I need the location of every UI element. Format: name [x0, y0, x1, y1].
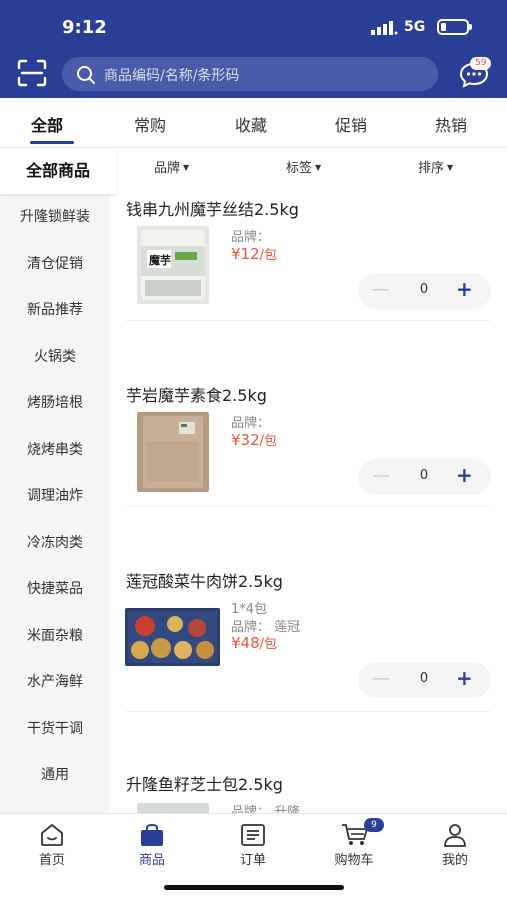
- price-value: ¥12: [231, 245, 260, 263]
- product-brand: 品牌： 升隆: [231, 805, 301, 813]
- tab-all[interactable]: 全部: [31, 112, 63, 136]
- tab-underline: [30, 141, 74, 144]
- cart-badge: 9: [364, 818, 384, 832]
- sidebar-item-clearance[interactable]: 清仓促销: [0, 241, 110, 287]
- product-price: ¥12/包: [231, 244, 277, 263]
- tab-promotions[interactable]: 促销: [335, 112, 367, 136]
- signal-icon: [371, 21, 398, 35]
- nav-products[interactable]: 商品: [102, 814, 202, 874]
- product-card[interactable]: 钱串九州魔芋丝结2.5kg 魔芋 品牌： ¥12/包 — 0 +: [110, 196, 507, 381]
- product-price: ¥48/包: [231, 633, 277, 652]
- tab-frequent[interactable]: 常购: [134, 112, 166, 136]
- sidebar-item-sausage[interactable]: 烤肠培根: [0, 380, 110, 426]
- sidebar-item-all[interactable]: 全部商品: [0, 148, 116, 194]
- scan-icon[interactable]: [17, 59, 47, 87]
- product-card[interactable]: 莲冠酸菜牛肉饼2.5kg 1*4包 品牌： 莲冠 ¥48/包 — 0 +: [110, 568, 507, 753]
- filter-tag-label: 标签: [286, 161, 313, 176]
- product-image-label: 魔芋: [149, 253, 171, 267]
- filter-sort[interactable]: 排序 ▼: [418, 157, 453, 176]
- product-name: 芋岩魔芋素食2.5kg: [126, 386, 267, 405]
- tab-hot[interactable]: 热销: [435, 112, 467, 136]
- product-image: [137, 412, 209, 492]
- caret-down-icon: ▼: [447, 163, 454, 172]
- product-image: [137, 803, 209, 813]
- sidebar-item-dry-goods[interactable]: 干货干调: [0, 706, 110, 752]
- bag-icon: [141, 823, 163, 846]
- nav-cart[interactable]: 9 购物车: [304, 814, 404, 874]
- product-image: [125, 608, 220, 666]
- sidebar-item-fresh-lock[interactable]: 升隆锁鲜装: [0, 194, 110, 240]
- product-card[interactable]: 芋岩魔芋素食2.5kg 品牌： ¥32/包 — 0 +: [110, 382, 507, 567]
- product-name: 莲冠酸菜牛肉饼2.5kg: [126, 572, 283, 591]
- decrease-button[interactable]: —: [372, 465, 390, 486]
- price-unit: /包: [259, 637, 278, 652]
- sidebar-item-grains[interactable]: 米面杂粮: [0, 613, 110, 659]
- nav-orders-label: 订单: [239, 853, 266, 868]
- increase-button[interactable]: +: [456, 277, 473, 301]
- home-icon: [41, 824, 63, 846]
- search-input[interactable]: 商品编码/名称/条形码: [62, 57, 438, 91]
- decrease-button[interactable]: —: [372, 668, 390, 689]
- filter-sort-label: 排序: [418, 161, 445, 176]
- user-icon: [444, 824, 466, 847]
- quantity-value[interactable]: 0: [416, 282, 432, 297]
- network-label: 5G: [404, 19, 426, 35]
- increase-button[interactable]: +: [456, 666, 473, 690]
- product-name: 钱串九州魔芋丝结2.5kg: [126, 200, 299, 219]
- sidebar-item-frozen-meat[interactable]: 冷冻肉类: [0, 520, 110, 566]
- nav-home-label: 首页: [38, 853, 65, 868]
- nav-home[interactable]: 首页: [2, 814, 102, 874]
- divider: [126, 320, 490, 321]
- quantity-stepper: — 0 +: [358, 662, 491, 698]
- nav-cart-label: 购物车: [334, 853, 374, 868]
- product-price: ¥32/包: [231, 430, 277, 449]
- nav-orders[interactable]: 订单: [203, 814, 303, 874]
- search-icon: [77, 66, 95, 84]
- status-time: 9:12: [62, 17, 107, 38]
- caret-down-icon: ▼: [315, 163, 322, 172]
- battery-icon: [437, 19, 472, 35]
- divider: [126, 506, 490, 507]
- category-sidebar: 全部商品 升隆锁鲜装 清仓促销 新品推荐 火锅类 烤肠培根 烧烤串类 调理油炸 …: [0, 148, 116, 813]
- decrease-button[interactable]: —: [372, 279, 390, 300]
- filter-brand-label: 品牌: [154, 161, 181, 176]
- quantity-stepper: — 0 +: [358, 273, 491, 309]
- caret-down-icon: ▼: [183, 163, 190, 172]
- filter-tag[interactable]: 标签 ▼: [286, 157, 321, 176]
- product-card[interactable]: 升隆鱼籽芝士包2.5kg 品牌： 升隆: [110, 771, 507, 813]
- price-value: ¥32: [231, 431, 260, 449]
- price-unit: /包: [259, 434, 278, 449]
- message-badge: 59: [470, 57, 492, 70]
- price-unit: /包: [259, 248, 278, 263]
- quantity-value[interactable]: 0: [416, 671, 432, 686]
- sidebar-item-general[interactable]: 通用: [0, 752, 110, 798]
- header: 9:12 5G 商品编码/名称/条形码 59: [0, 0, 507, 98]
- sidebar-item-new[interactable]: 新品推荐: [0, 287, 110, 333]
- nav-profile[interactable]: 我的: [405, 814, 505, 874]
- filter-brand[interactable]: 品牌 ▼: [154, 157, 189, 176]
- price-value: ¥48: [231, 634, 260, 652]
- search-placeholder: 商品编码/名称/条形码: [104, 68, 240, 84]
- quantity-stepper: — 0 +: [358, 459, 491, 495]
- nav-products-label: 商品: [138, 853, 165, 868]
- tab-favorites[interactable]: 收藏: [235, 112, 267, 136]
- product-name: 升隆鱼籽芝士包2.5kg: [126, 775, 283, 794]
- product-spec: 1*4包: [231, 602, 268, 617]
- sidebar-item-seafood[interactable]: 水产海鲜: [0, 659, 110, 705]
- product-image: 魔芋: [137, 226, 209, 304]
- category-tabs: 全部 常购 收藏 促销 热销: [0, 98, 507, 148]
- quantity-value[interactable]: 0: [416, 468, 432, 483]
- sidebar-item-hotpot[interactable]: 火锅类: [0, 334, 110, 380]
- status-bar: 9:12 5G: [0, 0, 507, 52]
- order-icon: [241, 824, 265, 846]
- divider: [126, 711, 490, 712]
- product-brand: 品牌：: [231, 416, 271, 431]
- sidebar-item-fried[interactable]: 调理油炸: [0, 473, 110, 519]
- product-brand: 品牌：: [231, 230, 271, 245]
- sidebar-item-quick-dishes[interactable]: 快捷菜品: [0, 566, 110, 612]
- sidebar-item-bbq[interactable]: 烧烤串类: [0, 427, 110, 473]
- home-indicator: [164, 885, 344, 890]
- increase-button[interactable]: +: [456, 463, 473, 487]
- nav-profile-label: 我的: [441, 853, 468, 868]
